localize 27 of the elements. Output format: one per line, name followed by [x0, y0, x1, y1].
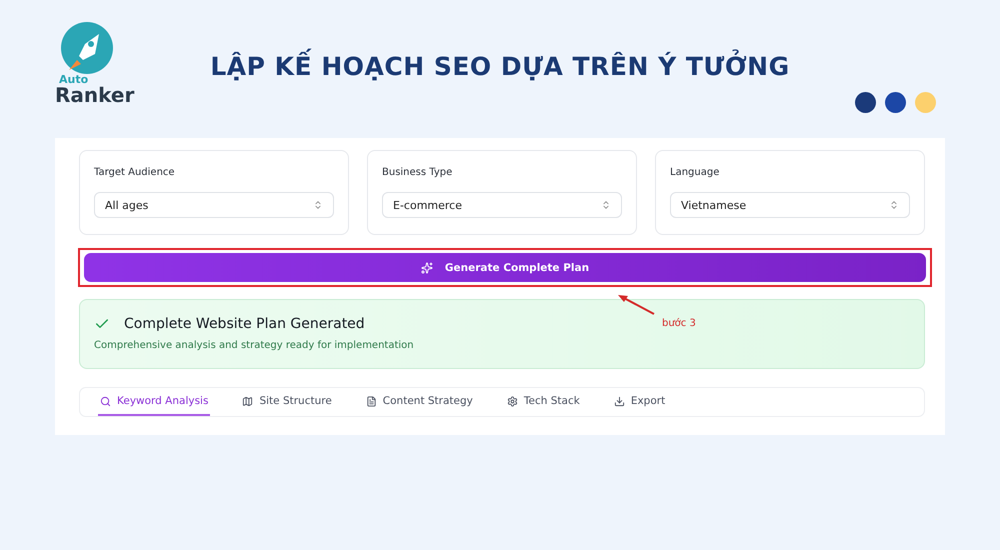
generate-button[interactable]: Generate Complete Plan [84, 253, 926, 282]
logo-text: Auto [59, 74, 88, 85]
annotation-arrow [616, 292, 656, 316]
select-field[interactable]: Vietnamese [670, 192, 910, 218]
tab[interactable]: Content Strategy [364, 388, 475, 416]
chevrons-icon [601, 200, 611, 210]
tab[interactable]: Tech Stack [504, 388, 582, 416]
chevrons-icon [313, 200, 323, 210]
sparkles-icon [420, 262, 433, 274]
success-text: Comprehensive analysis and strategy ready for implementation [94, 340, 415, 351]
chevrons-icon [889, 200, 899, 210]
field-label: Target Audience [94, 167, 176, 178]
download-icon [614, 396, 625, 406]
annotation-text: bước 3 [662, 318, 696, 329]
tab[interactable]: Keyword Analysis [98, 388, 210, 416]
field-label: Business Type [382, 167, 454, 178]
select-field[interactable]: All ages [94, 192, 334, 218]
logo-name: Ranker [55, 85, 134, 105]
document-icon [366, 396, 377, 406]
tab[interactable]: Export [612, 388, 668, 416]
settings-icon [506, 396, 518, 406]
select-field[interactable]: E-commerce [382, 192, 622, 218]
field-label: Language [670, 167, 720, 178]
map-icon [242, 396, 254, 406]
search-icon [100, 396, 111, 406]
success-title: Complete Website Plan Generated [124, 316, 365, 332]
tab[interactable]: Site Structure [240, 388, 334, 416]
